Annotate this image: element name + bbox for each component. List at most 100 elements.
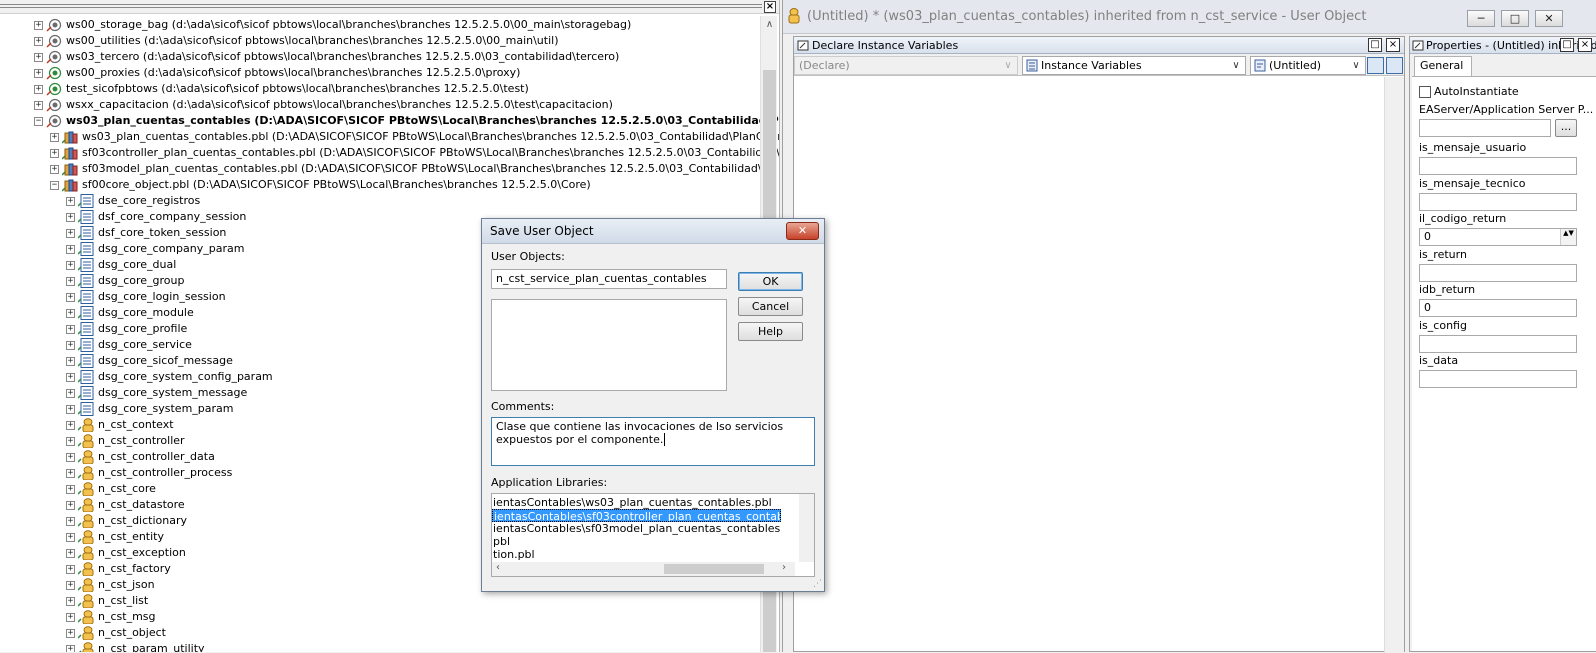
tab-general[interactable]: General — [1414, 56, 1472, 76]
help-button[interactable]: Help — [738, 322, 803, 341]
application-libraries-list[interactable]: ientasContables\ws03_plan_cuentas_contab… — [491, 493, 815, 577]
variables-dropdown[interactable]: Instance Variables ∨ — [1022, 56, 1246, 75]
comments-textarea[interactable]: Clase que contiene las invocaciones de l… — [491, 417, 815, 466]
maximize-button[interactable]: □ — [1501, 10, 1529, 27]
expand-icon[interactable]: + — [66, 213, 75, 222]
tree-item[interactable]: − sf00core_object.pbl (D:\ADA\SICOF\SICO… — [0, 177, 758, 193]
dialog-close-button[interactable]: ✕ — [786, 222, 819, 240]
expand-icon[interactable]: + — [66, 389, 75, 398]
tree-item[interactable]: + sf03model_plan_cuentas_contables.pbl (… — [0, 161, 779, 177]
tree-item[interactable]: + n_cst_object — [0, 625, 758, 641]
ok-button[interactable]: OK — [738, 272, 803, 291]
expand-icon[interactable]: + — [66, 373, 75, 382]
scroll-left-icon[interactable]: ‹ — [496, 562, 500, 573]
tree-item[interactable]: + n_cst_param_utility — [0, 641, 758, 652]
expand-icon[interactable]: + — [66, 293, 75, 302]
autoinstantiate-checkbox[interactable] — [1419, 86, 1431, 98]
property-field[interactable] — [1419, 263, 1577, 282]
pane-close-icon[interactable]: × — [1386, 38, 1400, 52]
expand-icon[interactable]: + — [66, 341, 75, 350]
tree-item[interactable]: + n_cst_msg — [0, 609, 758, 625]
scroll-thumb[interactable] — [664, 564, 764, 574]
property-field[interactable] — [1419, 157, 1577, 175]
tree-item[interactable]: + ws00_utilities (d:\ada\sicof\sicof pbt… — [0, 33, 758, 49]
pane-close-icon[interactable]: × — [1578, 38, 1592, 52]
tree-item[interactable]: + ws00_proxies (d:\ada\sicof\sicof pbtow… — [0, 65, 758, 81]
cancel-button[interactable]: Cancel — [738, 297, 803, 316]
expand-icon[interactable]: + — [50, 133, 59, 142]
property-field[interactable]: 0 — [1419, 228, 1577, 246]
library-item[interactable]: ientasContables\ws03_plan_cuentas_contab… — [492, 496, 781, 509]
expand-icon[interactable]: + — [66, 469, 75, 478]
tree-item[interactable]: + ws00_storage_bag (d:\ada\sicof\sicof p… — [0, 17, 758, 33]
expand-icon[interactable]: + — [66, 597, 75, 606]
expand-icon[interactable]: + — [66, 533, 75, 542]
easerver-field[interactable] — [1419, 119, 1551, 137]
layout-icon[interactable] — [1367, 57, 1384, 74]
tree-item[interactable]: + n_cst_list — [0, 593, 758, 609]
pane-maximize-icon[interactable]: □ — [1560, 38, 1574, 52]
expand-icon[interactable]: + — [34, 37, 43, 46]
close-window-button[interactable]: ✕ — [1535, 10, 1563, 27]
tree-item[interactable]: − ws03_plan_cuentas_contables (D:\ADA\SI… — [0, 113, 779, 129]
expand-icon[interactable]: + — [66, 629, 75, 638]
tree-item[interactable]: + ws03_tercero (d:\ada\sicof\sicof pbtow… — [0, 49, 758, 65]
expand-icon[interactable]: + — [34, 85, 43, 94]
expand-icon[interactable]: + — [34, 53, 43, 62]
scope-dropdown[interactable]: (Declare) ∨ — [794, 56, 1018, 75]
expand-icon[interactable]: + — [66, 581, 75, 590]
expand-icon[interactable]: + — [66, 501, 75, 510]
expand-icon[interactable]: + — [66, 357, 75, 366]
tree-pane-close-icon[interactable]: × — [764, 1, 776, 13]
tree-item[interactable]: + sf03controller_plan_cuentas_contables.… — [0, 145, 779, 161]
object-dropdown[interactable]: (Untitled) ∨ — [1250, 56, 1366, 75]
scroll-right-icon[interactable]: › — [782, 562, 786, 573]
editor-vertical-scrollbar[interactable] — [1384, 77, 1404, 653]
expand-icon[interactable]: + — [66, 229, 75, 238]
user-objects-list[interactable] — [491, 299, 727, 391]
spinner-icon[interactable]: ▲▼ — [1560, 229, 1576, 245]
libraries-horizontal-scrollbar[interactable]: ‹ › — [492, 562, 795, 576]
tree-item[interactable]: + dse_core_registros — [0, 193, 758, 209]
expand-icon[interactable]: + — [34, 69, 43, 78]
expand-icon[interactable]: + — [66, 421, 75, 430]
expand-icon[interactable]: + — [66, 485, 75, 494]
expand-icon[interactable]: + — [50, 165, 59, 174]
pane-maximize-icon[interactable]: □ — [1368, 38, 1382, 52]
collapse-icon[interactable]: − — [50, 181, 59, 190]
easerver-browse-button[interactable]: ... — [1555, 119, 1577, 137]
expand-icon[interactable]: + — [34, 21, 43, 30]
expand-icon[interactable]: + — [66, 245, 75, 254]
resize-grip-icon[interactable]: ⋰ — [812, 579, 822, 589]
expand-icon[interactable]: + — [50, 149, 59, 158]
tree-item[interactable]: + wsxx_capacitacion (d:\ada\sicof\sicof … — [0, 97, 758, 113]
expand-icon[interactable]: + — [66, 517, 75, 526]
scroll-up-icon[interactable]: ∧ — [761, 16, 778, 33]
collapse-icon[interactable]: − — [34, 117, 43, 126]
expand-icon[interactable]: + — [66, 613, 75, 622]
expand-icon[interactable]: + — [66, 197, 75, 206]
tree-item[interactable]: + test_sicofpbtows (d:\ada\sicof\sicof p… — [0, 81, 758, 97]
expand-icon[interactable]: + — [66, 261, 75, 270]
property-field[interactable] — [1419, 334, 1577, 353]
tree-item[interactable]: + ws03_plan_cuentas_contables.pbl (D:\AD… — [0, 129, 779, 145]
expand-icon[interactable]: + — [66, 277, 75, 286]
expand-icon[interactable]: + — [66, 405, 75, 414]
expand-icon[interactable]: + — [66, 325, 75, 334]
expand-icon[interactable]: + — [66, 453, 75, 462]
library-item[interactable]: pbl — [492, 535, 781, 548]
user-object-name-input[interactable]: n_cst_service_plan_cuentas_contables — [491, 269, 727, 289]
minimize-button[interactable]: ─ — [1467, 10, 1495, 27]
layout-split-icon[interactable] — [1386, 57, 1403, 74]
expand-icon[interactable]: + — [34, 101, 43, 110]
expand-icon[interactable]: + — [66, 565, 75, 574]
expand-icon[interactable]: + — [66, 437, 75, 446]
library-item[interactable]: ientasContables\sf03model_plan_cuentas_c… — [492, 522, 781, 535]
expand-icon[interactable]: + — [66, 549, 75, 558]
library-item[interactable]: tion.pbl — [492, 548, 781, 561]
expand-icon[interactable]: + — [66, 645, 75, 652]
libraries-vertical-scrollbar[interactable] — [799, 494, 814, 562]
library-item[interactable]: ientasContables\sf03controller_plan_cuen… — [492, 509, 781, 522]
expand-icon[interactable]: + — [66, 309, 75, 318]
property-field[interactable] — [1419, 192, 1577, 211]
